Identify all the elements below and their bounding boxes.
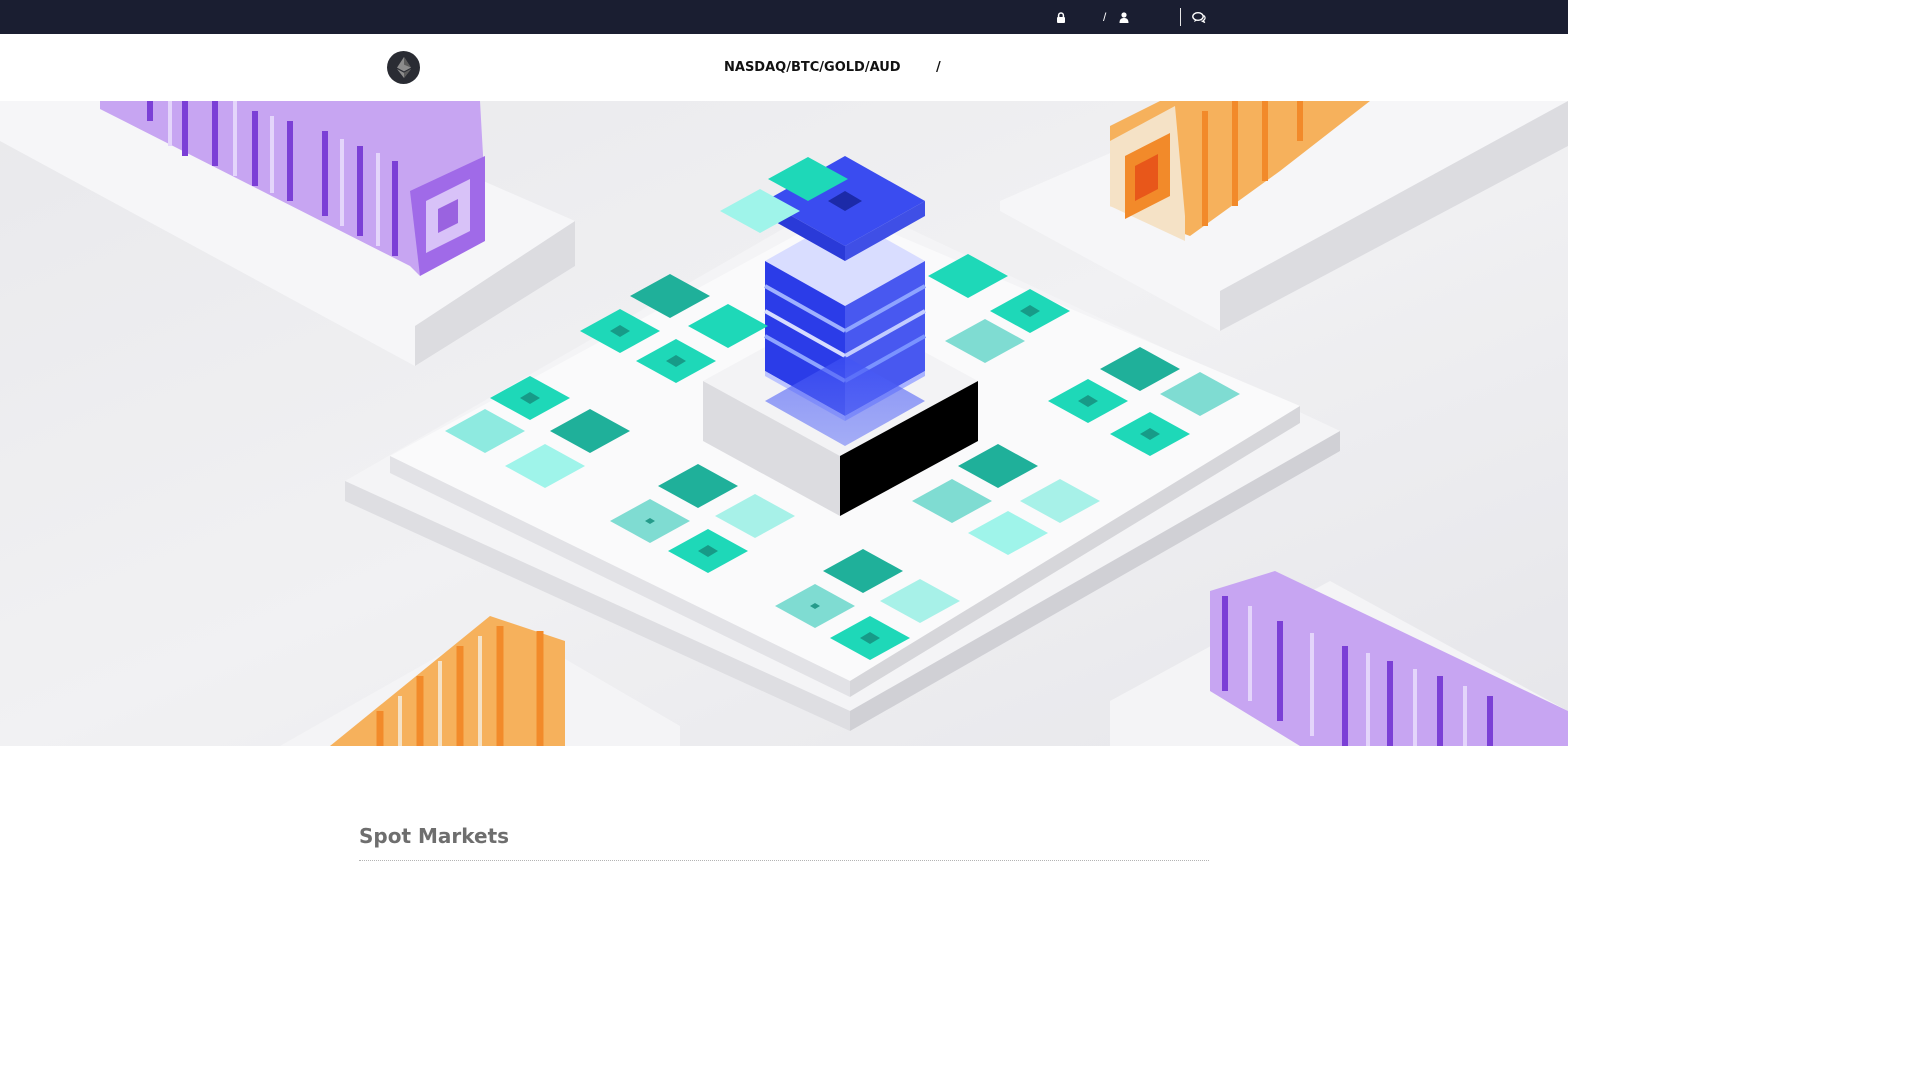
- main-nav: NASDAQ/BTC/GOLD/AUD /: [0, 34, 1568, 101]
- isometric-blocks-illustration: [0, 101, 1568, 746]
- nav-separator: /: [936, 60, 941, 75]
- login-link[interactable]: [1056, 0, 1066, 34]
- ethereum-logo-icon: [396, 57, 411, 78]
- spot-markets-title: Spot Markets: [359, 824, 510, 848]
- top-utility-bar: /: [0, 0, 1568, 34]
- hero-banner: [0, 101, 1568, 746]
- auth-separator: /: [1103, 10, 1107, 24]
- chat-bubble-icon: [1192, 11, 1206, 23]
- chat-link[interactable]: [1192, 0, 1206, 34]
- lock-icon: [1057, 11, 1065, 23]
- nav-markets-link[interactable]: NASDAQ/BTC/GOLD/AUD: [724, 34, 901, 101]
- topbar-divider: [1180, 8, 1181, 26]
- section-divider: [359, 860, 1209, 861]
- site-logo[interactable]: [387, 51, 420, 84]
- user-icon: [1119, 11, 1129, 23]
- register-link[interactable]: [1119, 0, 1129, 34]
